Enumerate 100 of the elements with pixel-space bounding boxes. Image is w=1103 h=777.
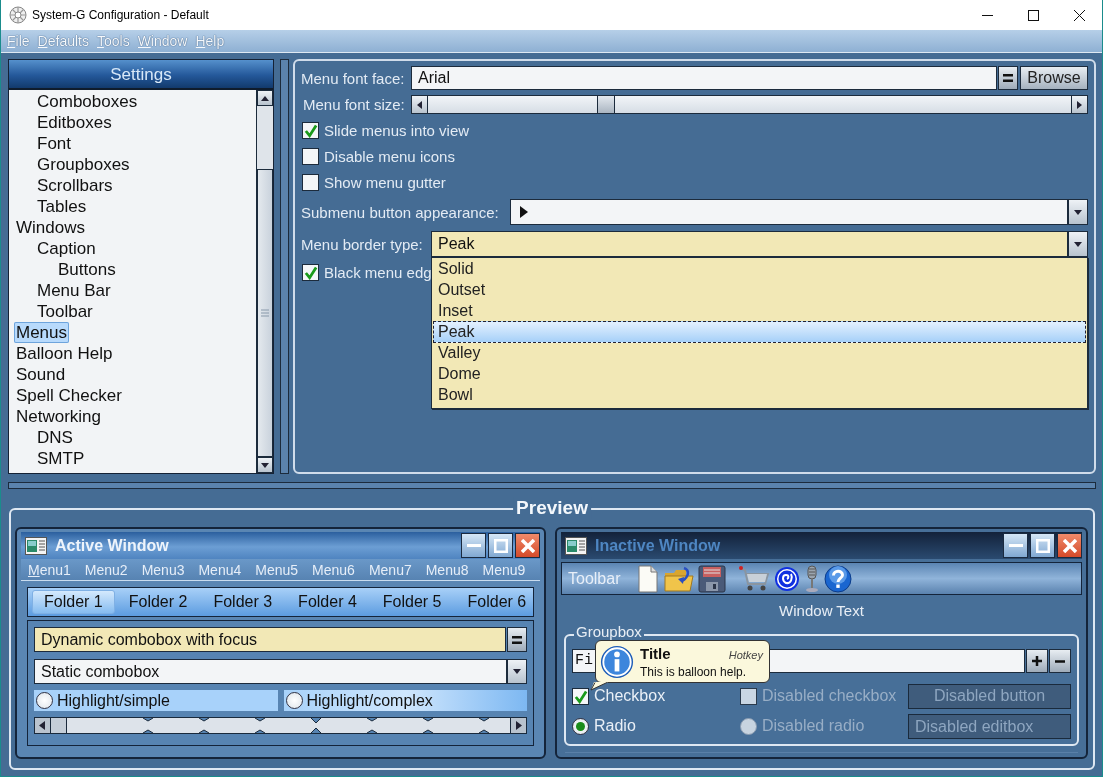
tree-item[interactable]: Sound: [14, 364, 68, 385]
down-arrow-icon: [1074, 241, 1082, 247]
hotkey-text: Hotkey: [728, 648, 763, 661]
groupbox-title: Groupbox: [574, 623, 644, 640]
radio-button[interactable]: [285, 692, 303, 709]
help-icon[interactable]: [824, 564, 853, 593]
close-icon: [1062, 538, 1077, 553]
scroll-thumb[interactable]: [257, 169, 273, 457]
radio-button[interactable]: [36, 692, 53, 709]
radio-label: Highlight/complex: [306, 691, 433, 710]
tree-item[interactable]: SMTP: [35, 448, 87, 469]
checkbox[interactable]: [302, 121, 319, 139]
tab[interactable]: Folder 2: [116, 590, 200, 614]
highlight-option[interactable]: Highlight/simple: [34, 690, 278, 711]
minimize-button[interactable]: [1003, 533, 1028, 558]
down-arrow-icon: [261, 462, 269, 468]
splitter[interactable]: [280, 59, 289, 474]
tree-item[interactable]: Editboxes: [35, 112, 114, 133]
tree-item[interactable]: Comboboxes: [35, 91, 140, 112]
dropdown-option[interactable]: Peak: [433, 321, 1086, 343]
checkbox[interactable]: [302, 147, 319, 165]
scrollbar[interactable]: [34, 717, 527, 734]
scrollbar-track[interactable]: [256, 90, 273, 473]
submenu-field[interactable]: [510, 199, 1068, 225]
radio-button[interactable]: [572, 717, 589, 735]
triangle-icon: [519, 205, 529, 219]
highlight-option[interactable]: Highlight/complex: [283, 690, 527, 711]
tree-item[interactable]: Scrollbars: [35, 175, 115, 196]
toolbar-label: Toolbar: [568, 569, 621, 588]
tab[interactable]: Folder 4: [286, 590, 369, 614]
list-button[interactable]: [998, 66, 1018, 90]
tab[interactable]: Folder 1: [32, 590, 115, 614]
folder-icon[interactable]: [664, 564, 695, 593]
maximize-icon: [1035, 538, 1050, 553]
tree-item[interactable]: Buttons: [56, 259, 118, 280]
window-text: Window Text: [778, 602, 865, 620]
splitter[interactable]: [8, 482, 1096, 489]
close-button[interactable]: [515, 533, 540, 558]
border-type-field[interactable]: Peak: [431, 231, 1068, 257]
maximize-button[interactable]: [488, 533, 513, 558]
panel-title: Settings: [9, 60, 273, 90]
field-label: Submenu button appearance:: [301, 203, 500, 221]
minus-button[interactable]: [1049, 649, 1071, 673]
dropdown-button[interactable]: [1068, 199, 1088, 225]
checkbox[interactable]: [572, 687, 589, 705]
combobox[interactable]: Static combobox: [34, 659, 507, 684]
tree-item[interactable]: Menus: [14, 322, 70, 343]
cart-icon[interactable]: [738, 564, 771, 593]
maximize-icon: [493, 538, 508, 553]
slider-left-button[interactable]: [412, 96, 428, 113]
tree-item[interactable]: Toolbar: [35, 301, 95, 322]
window-title: Inactive Window: [595, 536, 722, 555]
dropdown-option[interactable]: Outset: [433, 279, 1086, 301]
checkbox[interactable]: [302, 263, 319, 281]
tree-item[interactable]: Spell Checker: [14, 385, 124, 406]
close-icon: [520, 538, 535, 553]
tab[interactable]: Folder 6: [455, 590, 539, 614]
tree-item[interactable]: Groupboxes: [35, 154, 132, 175]
close-icon: [1073, 9, 1085, 21]
maximize-icon: [1027, 9, 1039, 21]
minimize-button[interactable]: [461, 533, 486, 558]
spiral-icon[interactable]: [774, 564, 801, 593]
tree-item[interactable]: Tables: [35, 196, 89, 217]
dropdown-option[interactable]: Solid: [433, 258, 1086, 280]
minus-icon: [1055, 659, 1065, 663]
tree-item[interactable]: Caption: [35, 238, 98, 259]
tab[interactable]: Folder 3: [201, 590, 285, 614]
slider[interactable]: [411, 95, 1088, 114]
dropdown-option[interactable]: Dome: [433, 363, 1086, 385]
combobox[interactable]: Dynamic combobox with focus: [34, 627, 506, 652]
font-face-field[interactable]: Arial: [411, 66, 997, 90]
dropdown-option[interactable]: Inset: [433, 300, 1086, 322]
tree-item[interactable]: Networking: [14, 406, 104, 427]
scroll-down-button[interactable]: [257, 457, 273, 473]
browse-button[interactable]: Browse: [1020, 66, 1088, 90]
document-icon[interactable]: [636, 564, 661, 593]
tab[interactable]: Folder 5: [370, 590, 454, 614]
window-icon: [565, 536, 587, 555]
tree-item[interactable]: DNS: [35, 427, 75, 448]
tree-item[interactable]: Menu Bar: [35, 280, 113, 301]
down-arrow-icon: [513, 669, 521, 674]
tree-item[interactable]: Font: [35, 133, 74, 154]
tree-item[interactable]: Windows: [14, 217, 87, 238]
dropdown-option[interactable]: Bowl: [433, 384, 1086, 406]
close-button[interactable]: [1057, 533, 1082, 558]
dropdown-option[interactable]: Valley: [433, 342, 1086, 364]
list-button[interactable]: [507, 627, 527, 652]
dropdown-button[interactable]: [1068, 231, 1088, 257]
maximize-button[interactable]: [1030, 533, 1055, 558]
info-icon: [600, 644, 634, 679]
scroll-up-button[interactable]: [257, 90, 273, 106]
tree-item[interactable]: Balloon Help: [14, 343, 115, 364]
slider-right-button[interactable]: [1071, 96, 1087, 113]
plus-button[interactable]: [1026, 649, 1048, 673]
slider-thumb[interactable]: [596, 96, 615, 113]
left-arrow-icon: [417, 100, 422, 109]
dropdown-button[interactable]: [507, 659, 527, 684]
checkmark-icon: [574, 689, 588, 704]
checkbox[interactable]: [302, 173, 319, 191]
checkbox-label: Black menu edg: [324, 263, 432, 281]
